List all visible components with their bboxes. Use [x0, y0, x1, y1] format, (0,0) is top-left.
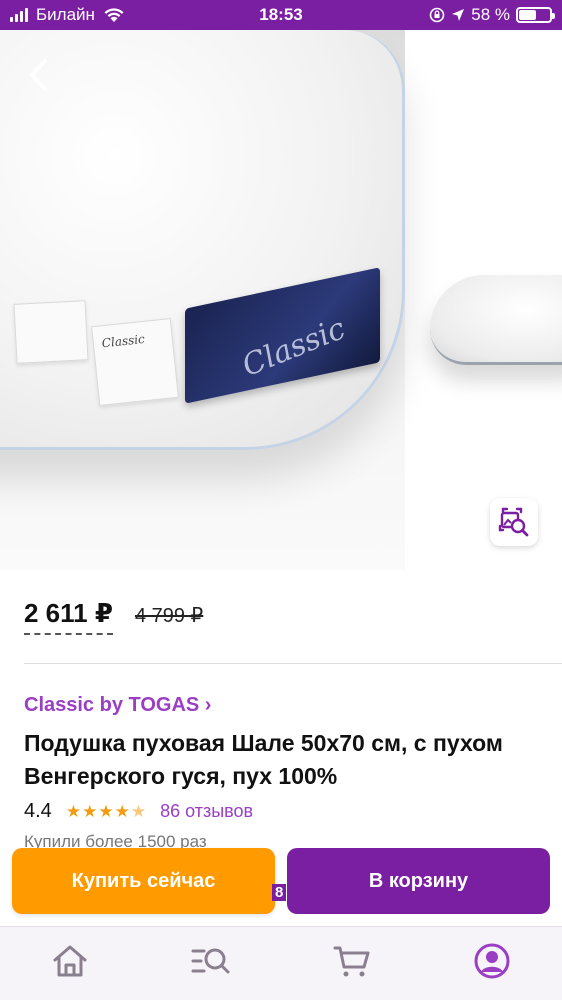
- divider: [24, 663, 562, 664]
- cart-badge: 8: [272, 884, 287, 901]
- reviews-link[interactable]: 86 отзывов: [160, 801, 253, 822]
- favorite-button[interactable]: [428, 52, 472, 96]
- home-icon: [53, 945, 87, 977]
- brand-link[interactable]: Classic by TOGAS ›: [24, 694, 211, 717]
- location-icon: [452, 9, 465, 21]
- heart-icon: [434, 60, 466, 88]
- wifi-icon: [104, 8, 124, 22]
- battery-percent: 58 %: [471, 5, 510, 24]
- status-bar: Билайн 18:53 58 %: [0, 0, 562, 30]
- share-button[interactable]: [504, 50, 548, 98]
- visual-search-icon: [498, 507, 529, 537]
- add-to-cart-button[interactable]: В корзину: [287, 848, 550, 914]
- rating-value: 4.4: [24, 800, 52, 822]
- tab-profile[interactable]: [470, 939, 514, 983]
- star-full-icon: ★: [82, 801, 98, 821]
- status-bar-left: Билайн: [10, 0, 125, 30]
- product-image-gallery[interactable]: Classic Classic: [0, 30, 562, 570]
- carrier-name: Билайн: [36, 5, 95, 24]
- rating-stars: ★ ★ ★ ★ ★: [66, 802, 146, 822]
- back-chevron-icon: [30, 59, 47, 91]
- share-icon: [513, 56, 539, 92]
- rating-row: 4.4 ★ ★ ★ ★ ★ 86 отзывов: [24, 800, 253, 823]
- signal-icon: [10, 8, 28, 22]
- star-full-icon: ★: [65, 801, 82, 821]
- visual-search-button[interactable]: [490, 498, 538, 546]
- star-full-icon: ★: [114, 801, 130, 821]
- tag-brand-text: Classic: [101, 331, 146, 351]
- buy-now-button[interactable]: Купить сейчас: [12, 848, 275, 914]
- tab-cart[interactable]: [330, 939, 374, 983]
- star-full-icon: ★: [98, 801, 114, 821]
- back-button[interactable]: [18, 50, 58, 100]
- pillow-care-tag: [13, 300, 89, 364]
- price-old: 4 799 ₽: [134, 605, 204, 627]
- status-bar-right: 58 %: [429, 0, 555, 30]
- pillow-brand-tag: Classic: [91, 318, 179, 406]
- tab-catalog[interactable]: [189, 939, 233, 983]
- product-title: Подушка пуховая Шале 50x70 см, с пухом В…: [24, 730, 503, 789]
- tab-bar: [0, 926, 562, 1000]
- star-half-icon: ★: [130, 801, 147, 821]
- price-row: 2 611 ₽ 4 799 ₽: [24, 598, 203, 635]
- catalog-search-icon: [191, 948, 230, 974]
- profile-icon: [474, 943, 510, 979]
- pillow-secondary-image: [430, 275, 562, 365]
- battery-level: [519, 10, 537, 20]
- battery-icon: [516, 7, 555, 23]
- tab-home[interactable]: [48, 939, 92, 983]
- rotation-lock-icon: [429, 7, 445, 23]
- cart-icon: [333, 946, 370, 977]
- price-current[interactable]: 2 611 ₽: [24, 598, 113, 635]
